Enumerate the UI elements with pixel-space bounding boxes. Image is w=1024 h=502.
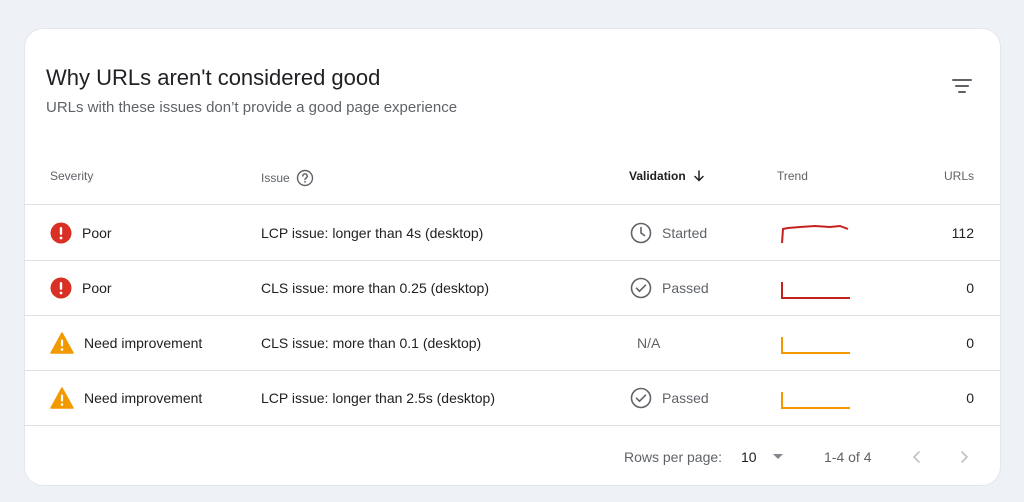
- column-header-severity: Severity: [50, 169, 94, 183]
- urls-count: 0: [966, 334, 974, 351]
- validation-status: N/A: [637, 334, 661, 351]
- column-header-issue: Issue: [261, 169, 314, 187]
- table-row[interactable]: Poor CLS issue: more than 0.25 (desktop)…: [25, 260, 1000, 315]
- error-icon: [50, 222, 72, 243]
- table-row[interactable]: Need improvement LCP issue: longer than …: [25, 370, 1000, 425]
- severity-label: Need improvement: [84, 334, 203, 351]
- severity-label: Poor: [82, 279, 112, 296]
- validation-status: Started: [662, 224, 708, 241]
- column-header-urls: URLs: [943, 169, 974, 183]
- urls-count: 112: [951, 224, 974, 241]
- trend-sparkline: [780, 315, 852, 370]
- severity-cell: Poor: [50, 260, 112, 315]
- issue-cell[interactable]: LCP issue: longer than 2.5s (desktop): [261, 370, 495, 425]
- trend-sparkline: [780, 370, 852, 425]
- caret-down-icon: [772, 454, 783, 459]
- validation-status: Passed: [662, 389, 709, 406]
- check-circle-icon: [630, 277, 652, 298]
- table-row[interactable]: Poor LCP issue: longer than 4s (desktop)…: [25, 205, 1000, 260]
- table-row[interactable]: Need improvement CLS issue: more than 0.…: [25, 315, 1000, 370]
- next-page-button[interactable]: [958, 437, 970, 477]
- issue-cell[interactable]: CLS issue: more than 0.25 (desktop): [261, 260, 489, 315]
- validation-cell: Passed: [630, 370, 709, 425]
- check-circle-icon: [630, 387, 652, 408]
- issues-card: Why URLs aren't considered good URLs wit…: [25, 29, 1000, 485]
- severity-label: Need improvement: [84, 389, 203, 406]
- urls-count: 0: [966, 389, 974, 406]
- validation-status: Passed: [662, 279, 709, 296]
- issue-cell[interactable]: CLS issue: more than 0.1 (desktop): [261, 315, 481, 370]
- validation-cell: Passed: [630, 260, 709, 315]
- severity-cell: Need improvement: [50, 315, 202, 370]
- filter-icon[interactable]: [950, 74, 974, 98]
- pagination-range: 1-4 of 4: [824, 449, 872, 465]
- validation-cell: Started: [630, 205, 707, 260]
- issue-cell[interactable]: LCP issue: longer than 4s (desktop): [261, 205, 483, 260]
- warning-icon: [50, 386, 74, 409]
- card-title: Why URLs aren't considered good: [46, 65, 381, 90]
- clock-icon: [630, 222, 652, 243]
- severity-cell: Need improvement: [50, 370, 202, 425]
- arrow-down-icon: [693, 170, 704, 182]
- rows-per-page-select[interactable]: 10: [741, 437, 783, 477]
- severity-label: Poor: [82, 224, 112, 241]
- validation-cell: N/A: [637, 315, 660, 370]
- pagination-bar: Rows per page: 10 1-4 of 4: [25, 437, 1000, 477]
- column-header-trend: Trend: [777, 169, 808, 183]
- row-divider: [25, 425, 1000, 426]
- rows-per-page-value: 10: [741, 449, 757, 465]
- column-header-validation[interactable]: Validation: [629, 169, 706, 183]
- trend-sparkline: [780, 205, 852, 260]
- table-header: Severity Issue Validation Trend URLs: [25, 157, 1000, 203]
- rows-per-page-label: Rows per page:: [624, 449, 723, 465]
- chevron-left-icon: [912, 451, 920, 463]
- chevron-right-icon: [961, 451, 969, 463]
- trend-sparkline: [780, 260, 852, 315]
- warning-icon: [50, 331, 74, 354]
- severity-cell: Poor: [50, 205, 112, 260]
- help-icon[interactable]: [296, 169, 314, 187]
- previous-page-button[interactable]: [911, 437, 923, 477]
- card-subtitle: URLs with these issues don’t provide a g…: [46, 99, 458, 116]
- error-icon: [50, 277, 72, 298]
- urls-count: 0: [966, 279, 974, 296]
